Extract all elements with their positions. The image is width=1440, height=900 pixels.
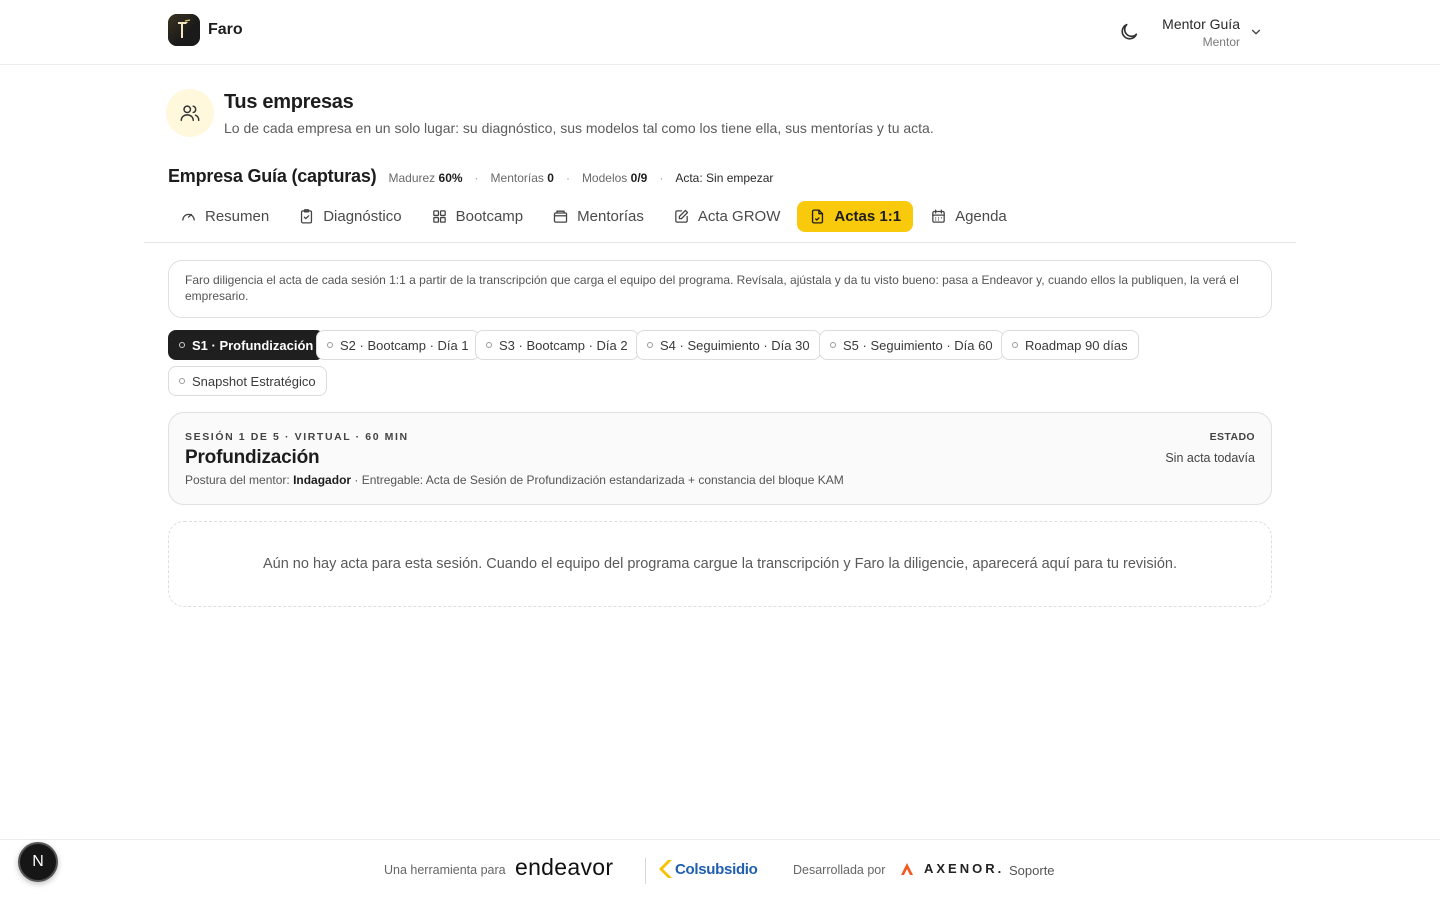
tab-agenda[interactable]: Agenda: [918, 201, 1019, 232]
separator: ·: [565, 171, 570, 185]
session-title: Profundización: [185, 447, 320, 468]
users-icon: [166, 89, 214, 137]
calendar-icon: [932, 208, 945, 223]
session-pill-s2[interactable]: S2 · Bootcamp · Día 1: [316, 330, 480, 360]
company-summary: Empresa Guía (capturas) Madurez 60% · Me…: [168, 166, 773, 187]
footer-divider: [645, 858, 646, 884]
tab-actas-1-1[interactable]: Actas 1:1: [797, 200, 914, 232]
status-ring-icon: [647, 342, 653, 348]
session-pill-s4[interactable]: S4 · Seguimiento · Día 30: [636, 330, 821, 360]
page-subtitle: Lo de cada empresa en un solo lugar: su …: [224, 120, 934, 136]
empty-state-message: Aún no hay acta para esta sesión. Cuando…: [168, 521, 1272, 607]
session-pill-s3[interactable]: S3 · Bootcamp · Día 2: [475, 330, 639, 360]
support-link[interactable]: Soporte: [1009, 863, 1055, 878]
user-menu[interactable]: Mentor Guía Mentor: [1150, 15, 1265, 51]
brand[interactable]: Faro: [168, 14, 243, 46]
session-pill-s1[interactable]: S1 · Profundización: [168, 330, 325, 360]
tab-acta-grow[interactable]: Acta GROW: [661, 201, 793, 232]
company-name: Empresa Guía (capturas): [168, 166, 377, 186]
app-name: Faro: [208, 21, 243, 38]
models-stat: Modelos 0/9: [581, 171, 648, 185]
status-value: Sin acta todavía: [1165, 451, 1255, 465]
page-title: Tus empresas: [224, 91, 354, 113]
tab-mentorias[interactable]: Mentorías: [540, 201, 656, 232]
footer: Una herramienta para endeavor Colsubsidi…: [0, 839, 1440, 900]
separator: ·: [474, 171, 479, 185]
axenor-mark-icon: [901, 862, 913, 875]
endeavor-logo[interactable]: endeavor: [515, 854, 613, 881]
session-detail-card: SESIÓN 1 DE 5 · VIRTUAL · 60 MIN Profund…: [168, 412, 1272, 505]
session-description: Postura del mentor: Indagador · Entregab…: [185, 473, 844, 487]
grid-icon: [432, 209, 446, 223]
status-ring-icon: [179, 342, 185, 348]
maturity-stat: Madurez 60%: [388, 171, 463, 185]
theme-toggle-moon-icon[interactable]: [1118, 21, 1140, 43]
gauge-icon: [182, 213, 195, 221]
status-ring-icon: [179, 378, 185, 384]
session-pill-s5[interactable]: S5 · Seguimiento · Día 60: [819, 330, 1004, 360]
colsubsidio-logo[interactable]: Colsubsidio: [656, 859, 758, 879]
tab-diagnostico[interactable]: Diagnóstico: [286, 201, 413, 232]
edit-note-icon: [675, 209, 689, 223]
acta-status: Acta: Sin empezar: [675, 171, 774, 185]
session-pill-snapshot[interactable]: Snapshot Estratégico: [168, 366, 327, 396]
status-label: ESTADO: [1209, 431, 1255, 443]
tab-resumen[interactable]: Resumen: [168, 201, 281, 232]
tool-for-label: Una herramienta para: [384, 863, 506, 877]
separator: ·: [659, 171, 664, 185]
document-icon: [812, 208, 824, 224]
session-pill-roadmap[interactable]: Roadmap 90 días: [1001, 330, 1139, 360]
folder-icon: [553, 210, 568, 223]
tabs-divider: [144, 242, 1296, 243]
status-ring-icon: [486, 342, 492, 348]
status-ring-icon: [830, 342, 836, 348]
colsubsidio-mark-icon: [659, 860, 672, 878]
tab-bootcamp[interactable]: Bootcamp: [419, 201, 536, 232]
top-bar: Faro Mentor Guía Mentor: [0, 0, 1440, 65]
status-ring-icon: [1012, 342, 1018, 348]
chevron-down-icon: [1249, 25, 1263, 44]
status-ring-icon: [327, 342, 333, 348]
company-tabs: Resumen Diagnóstico Bootcamp Mentorías A…: [168, 200, 1024, 232]
dev-tools-badge[interactable]: N: [18, 842, 58, 882]
axenor-logo[interactable]: AXENOR.: [900, 861, 1004, 876]
user-name: Mentor Guía: [1162, 16, 1240, 32]
faro-logo-icon: [168, 14, 200, 46]
session-meta: SESIÓN 1 DE 5 · VIRTUAL · 60 MIN: [185, 431, 409, 443]
clipboard-check-icon: [301, 208, 313, 224]
user-role: Mentor: [1202, 35, 1240, 49]
mentorships-stat: Mentorías 0: [490, 171, 554, 185]
developed-by-label: Desarrollada por: [793, 863, 886, 877]
info-notice: Faro diligencia el acta de cada sesión 1…: [168, 260, 1272, 318]
